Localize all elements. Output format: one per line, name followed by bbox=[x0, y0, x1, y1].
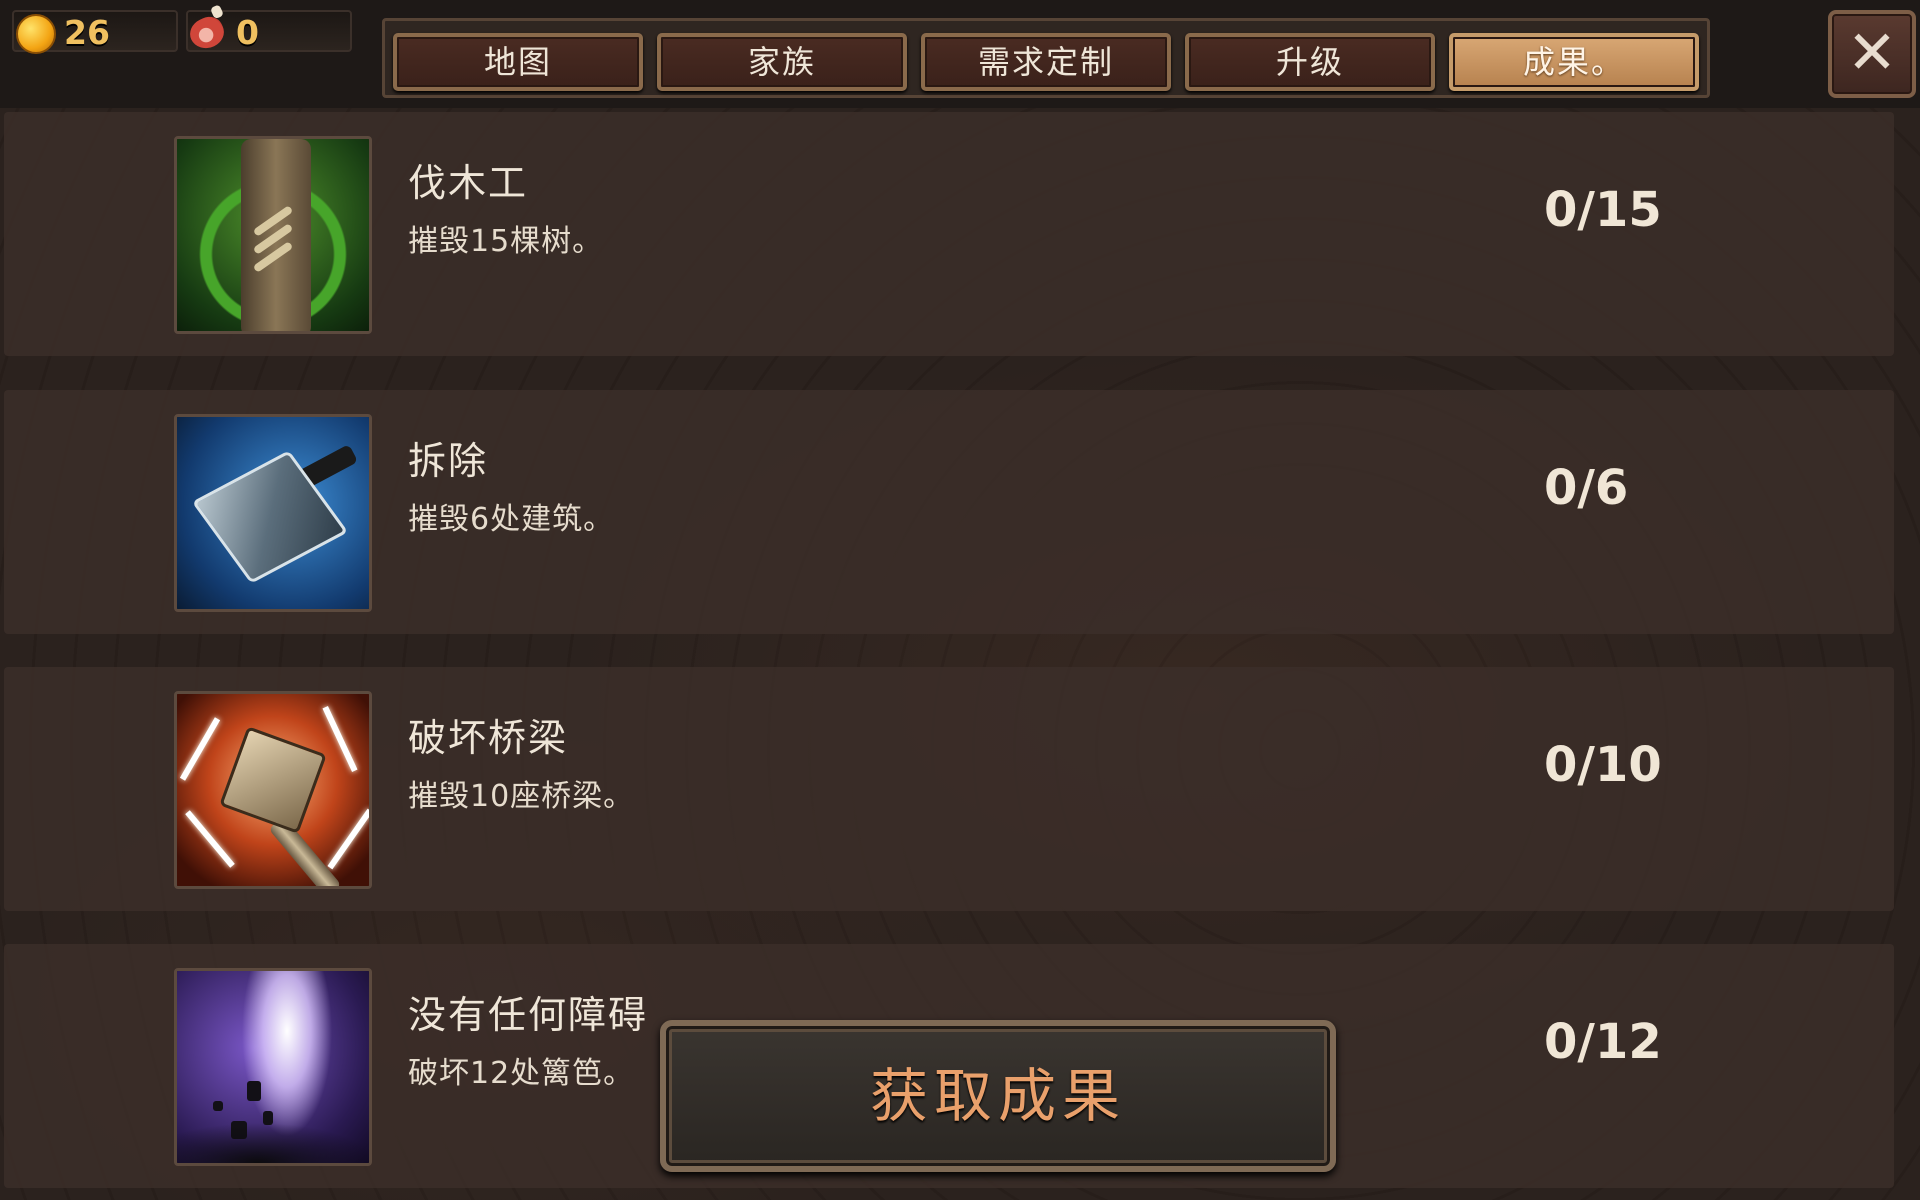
close-icon: ✕ bbox=[1846, 18, 1898, 88]
tab-family[interactable]: 家族 bbox=[657, 33, 907, 91]
achievement-title: 伐木工 bbox=[408, 161, 529, 205]
tab-map[interactable]: 地图 bbox=[393, 33, 643, 91]
meat-counter: 0 bbox=[185, 10, 352, 54]
achievement-progress: 0/6 bbox=[1544, 460, 1629, 516]
coin-counter: 26 bbox=[12, 10, 178, 54]
coin-value: 26 bbox=[64, 13, 110, 52]
achievement-row-lumberjack: 伐木工 摧毁15棵树。 0/15 bbox=[4, 112, 1894, 356]
achievement-description: 摧毁15棵树。 bbox=[408, 224, 604, 259]
achievement-row-demolition: 拆除 摧毁6处建筑。 0/6 bbox=[4, 390, 1894, 634]
achievement-progress: 0/10 bbox=[1544, 737, 1662, 793]
achievement-description: 破坏12处篱笆。 bbox=[408, 1056, 635, 1091]
lightning-mace-icon bbox=[174, 691, 372, 889]
claim-button-label: 获取成果 bbox=[869, 1062, 1126, 1130]
achievement-row-bridge-breaker: 破坏桥梁 摧毁10座桥梁。 0/10 bbox=[4, 667, 1894, 911]
top-bar: 26 0 地图 家族 需求定制 升级 成果。 ✕ bbox=[0, 0, 1920, 108]
meat-icon bbox=[185, 12, 229, 54]
gold-coin-icon bbox=[16, 14, 56, 54]
achievement-title: 破坏桥梁 bbox=[408, 716, 569, 760]
hammer-icon bbox=[174, 414, 372, 612]
achievement-description: 摧毁10座桥梁。 bbox=[408, 779, 635, 814]
tab-custom-requests[interactable]: 需求定制 bbox=[921, 33, 1171, 91]
tab-achievements[interactable]: 成果。 bbox=[1449, 33, 1699, 91]
achievements-screen: 26 0 地图 家族 需求定制 升级 成果。 ✕ 伐木工 摧毁15棵树。 0/1… bbox=[0, 0, 1920, 1200]
achievement-title: 拆除 bbox=[408, 439, 489, 483]
meat-value: 0 bbox=[236, 13, 259, 52]
achievement-title: 没有任何障碍 bbox=[408, 993, 649, 1037]
achievement-progress: 0/15 bbox=[1544, 182, 1662, 238]
tab-bar: 地图 家族 需求定制 升级 成果。 bbox=[382, 18, 1710, 98]
purple-blast-icon bbox=[174, 968, 372, 1166]
tab-upgrade[interactable]: 升级 bbox=[1185, 33, 1435, 91]
claim-achievement-button[interactable]: 获取成果 bbox=[660, 1020, 1336, 1172]
close-button[interactable]: ✕ bbox=[1828, 10, 1916, 98]
achievement-description: 摧毁6处建筑。 bbox=[408, 502, 615, 537]
achievement-progress: 0/12 bbox=[1544, 1014, 1662, 1070]
tree-chop-icon bbox=[174, 136, 372, 334]
